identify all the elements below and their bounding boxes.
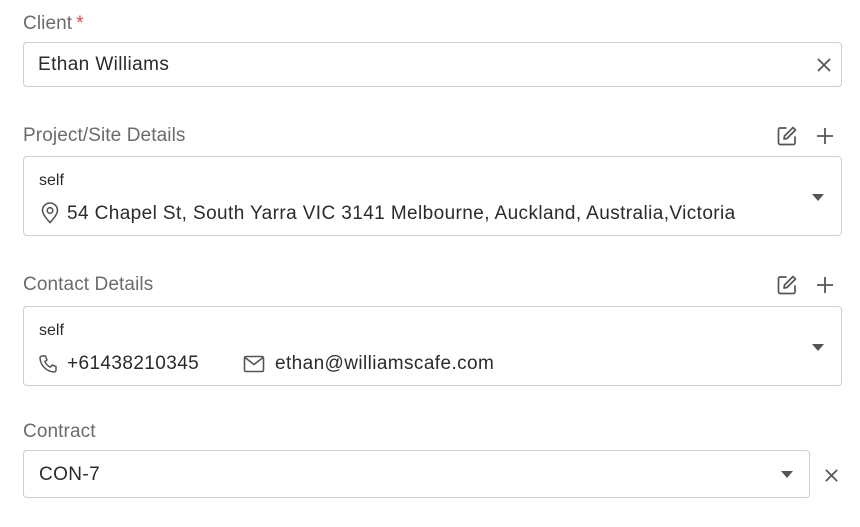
edit-icon bbox=[777, 275, 797, 295]
add-project-button[interactable] bbox=[813, 124, 837, 148]
client-value: Ethan Williams bbox=[38, 54, 170, 75]
close-icon bbox=[824, 468, 838, 482]
project-select[interactable]: self 54 Chapel St, South Yarra VIC 3141 … bbox=[23, 156, 842, 236]
chevron-down-icon bbox=[812, 344, 824, 351]
contract-select[interactable]: CON-7 bbox=[23, 450, 810, 498]
contact-email: ethan@williamscafe.com bbox=[275, 353, 495, 374]
edit-project-button[interactable] bbox=[775, 124, 799, 148]
edit-icon bbox=[777, 126, 797, 146]
project-address: 54 Chapel St, South Yarra VIC 3141 Melbo… bbox=[67, 203, 736, 224]
plus-icon bbox=[817, 128, 833, 144]
client-label-text: Client bbox=[23, 13, 73, 34]
contact-select[interactable]: self +61438210345 ethan@williamscafe.com bbox=[23, 306, 842, 386]
project-name: self bbox=[39, 172, 64, 189]
chevron-down-icon bbox=[812, 194, 824, 201]
mail-icon bbox=[243, 355, 265, 373]
plus-icon bbox=[817, 277, 833, 293]
clear-client-button[interactable] bbox=[812, 53, 836, 77]
client-field[interactable]: Ethan Williams bbox=[23, 42, 842, 87]
location-pin-icon bbox=[41, 202, 59, 224]
phone-icon bbox=[39, 355, 57, 373]
client-label: Client * bbox=[23, 13, 84, 35]
chevron-down-icon bbox=[781, 471, 793, 478]
close-icon bbox=[817, 58, 831, 72]
add-contact-button[interactable] bbox=[813, 273, 837, 297]
contact-label: Contact Details bbox=[23, 274, 154, 295]
edit-contact-button[interactable] bbox=[775, 273, 799, 297]
project-label: Project/Site Details bbox=[23, 125, 186, 146]
contact-phone: +61438210345 bbox=[67, 353, 200, 374]
clear-contract-button[interactable] bbox=[819, 463, 843, 487]
required-asterisk: * bbox=[76, 13, 84, 34]
contract-label: Contract bbox=[23, 421, 96, 442]
contact-name: self bbox=[39, 322, 64, 339]
contract-value: CON-7 bbox=[39, 464, 101, 485]
